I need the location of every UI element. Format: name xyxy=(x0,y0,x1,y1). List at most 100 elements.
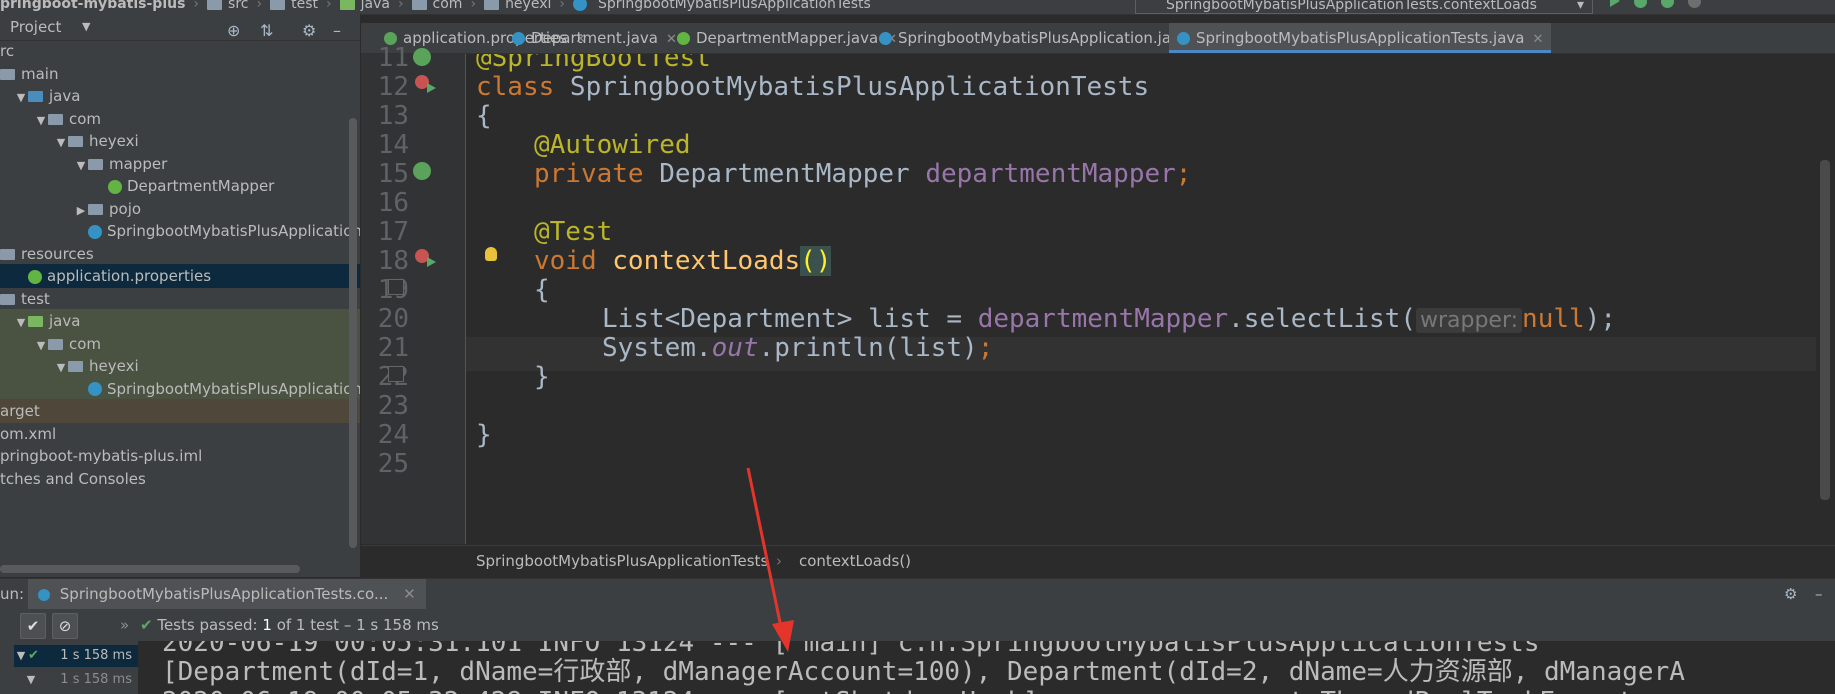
fold-icon[interactable] xyxy=(388,366,404,382)
editor-tab[interactable]: Department.java ✕ xyxy=(504,23,685,53)
line-number: 25 xyxy=(377,449,409,479)
tree-item-label: pojo xyxy=(109,199,142,218)
editor-tab[interactable]: SpringbootMybatisPlusApplication.java✕ xyxy=(871,23,1216,53)
tree-item[interactable]: om.xml xyxy=(0,422,360,446)
folder-icon xyxy=(68,361,83,372)
editor-breadcrumb: SpringbootMybatisPlusApplicationTests › … xyxy=(361,545,1835,577)
code-line-12: class SpringbootMybatisPlusApplicationTe… xyxy=(476,72,1150,102)
folder-icon xyxy=(339,0,355,10)
breadcrumb-class[interactable]: SpringbootMybatisPlusApplicationTests xyxy=(598,0,871,12)
show-passed-button[interactable]: ✔ xyxy=(20,613,46,639)
tree-item-label: SpringbootMybatisPlusApplication xyxy=(107,222,361,240)
editor-tab[interactable]: SpringbootMybatisPlusApplicationTests.ja… xyxy=(1169,23,1552,53)
tree-item[interactable]: ▼ heyexi xyxy=(0,354,360,378)
tree-item[interactable]: application.properties xyxy=(0,264,360,288)
tree-item[interactable]: arget xyxy=(0,399,360,423)
breadcrumb-heyexi[interactable]: heyexi xyxy=(505,0,551,12)
tree-item[interactable]: ▶ pojo xyxy=(0,197,360,221)
project-horizontal-scrollbar[interactable] xyxy=(0,565,300,573)
tree-item-label: arget xyxy=(0,402,40,420)
spring-properties-icon xyxy=(28,269,42,284)
expand-icon[interactable]: » xyxy=(120,609,129,641)
spring-autowired-icon[interactable] xyxy=(413,162,431,180)
tree-item[interactable]: ▼ java xyxy=(0,84,360,108)
show-ignored-button[interactable]: ⊘ xyxy=(52,613,78,639)
editor-vertical-scrollbar[interactable] xyxy=(1820,160,1830,500)
folder-icon xyxy=(0,68,15,80)
breadcrumb-com[interactable]: com xyxy=(433,0,463,12)
debug-icon[interactable] xyxy=(1634,0,1647,8)
editor-gutter: 111213141516171819202122232425 xyxy=(361,43,466,544)
tree-item[interactable]: pringboot-mybatis-plus.iml xyxy=(0,444,360,468)
run-test-icon[interactable] xyxy=(427,83,436,93)
spring-bean-icon[interactable] xyxy=(413,48,431,66)
close-icon[interactable]: ✕ xyxy=(403,585,416,603)
breadcrumb-java[interactable]: java xyxy=(361,0,390,12)
gear-icon[interactable]: ⚙ xyxy=(1784,579,1797,609)
hide-icon[interactable]: – xyxy=(1815,579,1823,609)
test-result-row[interactable]: ▼ 1 s 158 ms xyxy=(14,669,138,691)
code-line-19: { xyxy=(534,275,550,305)
code-line-15: private DepartmentMapper departmentMappe… xyxy=(534,159,1192,189)
run-tool-window-header: un: SpringbootMybatisPlusApplicationTest… xyxy=(0,578,1835,610)
run-test-icon[interactable] xyxy=(427,257,436,267)
tree-item[interactable]: SpringbootMybatisPlusApplication xyxy=(0,376,360,401)
profile-icon[interactable] xyxy=(1688,0,1701,8)
lightbulb-icon[interactable] xyxy=(485,247,497,261)
run-label: un: xyxy=(0,585,25,603)
run-configuration-label: SpringbootMybatisPlusApplicationTests.co… xyxy=(1166,0,1537,13)
tree-item[interactable]: tches and Consoles xyxy=(0,467,360,491)
interface-icon xyxy=(108,179,122,194)
project-panel-title[interactable]: Project xyxy=(10,14,61,40)
tree-item[interactable]: test xyxy=(0,287,360,311)
close-icon[interactable]: ✕ xyxy=(1532,32,1543,47)
tree-item-label: heyexi xyxy=(89,132,139,150)
spring-test-icon xyxy=(38,588,50,601)
run-icon[interactable] xyxy=(1610,0,1620,7)
breadcrumb: pringboot-mybatis-plus › src › test › ja… xyxy=(0,0,871,12)
console-output[interactable]: 2020-06-19 00:05:31.101 INFO 13124 --- [… xyxy=(138,641,1818,694)
breadcrumb-test[interactable]: test xyxy=(291,0,318,12)
tree-item[interactable]: ▼ mapper xyxy=(0,152,360,176)
project-vertical-scrollbar[interactable] xyxy=(349,118,357,548)
folder-icon xyxy=(0,293,15,305)
tree-item[interactable]: ▼ heyexi xyxy=(0,129,360,153)
tree-item[interactable]: main xyxy=(0,62,360,86)
breadcrumb-method[interactable]: contextLoads() xyxy=(799,546,911,577)
folder-icon xyxy=(28,91,43,102)
breadcrumb-project[interactable]: pringboot-mybatis-plus xyxy=(0,0,185,12)
chevron-down-icon[interactable]: ▼ xyxy=(82,14,90,40)
editor-tab-label: SpringbootMybatisPlusApplicationTests.ja… xyxy=(1196,29,1525,47)
code-line-13: { xyxy=(476,101,492,131)
tree-item[interactable]: ▼ java xyxy=(0,309,360,333)
tree-item[interactable]: ▼ com xyxy=(0,107,360,131)
code-editor[interactable]: @SpringBootTest class SpringbootMybatisP… xyxy=(466,54,1816,544)
editor-tab[interactable]: DepartmentMapper.java✕ xyxy=(669,23,905,53)
spring-class-icon xyxy=(88,224,102,239)
tree-item[interactable]: rc xyxy=(0,39,360,63)
tree-item[interactable]: SpringbootMybatisPlusApplication xyxy=(0,219,360,243)
coverage-icon[interactable] xyxy=(1661,0,1674,8)
tree-item-label: rc xyxy=(0,42,15,60)
check-icon: ✔ xyxy=(140,616,158,634)
console-line: 2020-06-19 00:05:32.428 INFO 13124 --- [… xyxy=(162,686,1665,694)
run-tab[interactable]: SpringbootMybatisPlusApplicationTests.co… xyxy=(28,579,426,609)
tree-item-label: mapper xyxy=(109,154,168,173)
tree-item-label: om.xml xyxy=(0,424,57,443)
tree-item[interactable]: ▼resources xyxy=(0,242,360,266)
tree-item[interactable]: ▼ com xyxy=(0,331,360,356)
tree-item-label: resources xyxy=(21,244,94,263)
tree-item-label: com xyxy=(69,334,102,353)
tree-item[interactable]: DepartmentMapper xyxy=(0,174,360,198)
fold-icon[interactable] xyxy=(388,279,404,295)
spring-class-icon xyxy=(88,382,102,396)
run-configuration-select[interactable]: SpringbootMybatisPlusApplicationTests.co… xyxy=(1135,0,1593,14)
folder-icon xyxy=(484,0,500,10)
parameter-hint: wrapper: xyxy=(1415,308,1523,333)
breadcrumb-src[interactable]: src xyxy=(228,0,248,12)
folder-icon xyxy=(207,0,223,10)
tree-item-label: main xyxy=(21,64,59,83)
test-result-row[interactable]: ▼ ✔ 1 s 158 ms xyxy=(14,645,138,667)
breadcrumb-class[interactable]: SpringbootMybatisPlusApplicationTests xyxy=(476,546,768,577)
file-icon xyxy=(1177,32,1190,45)
